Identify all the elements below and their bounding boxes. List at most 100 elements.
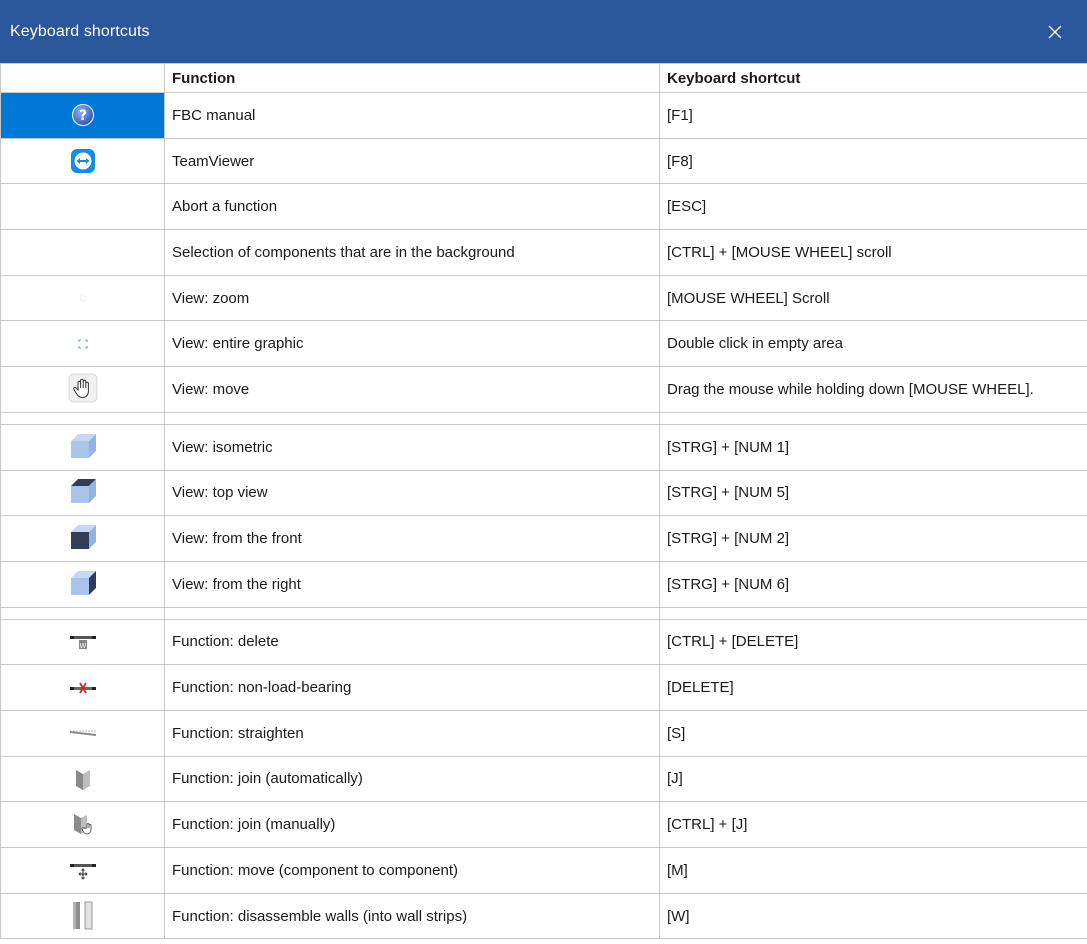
icon-cell[interactable] (0, 469, 165, 517)
function-cell: Function: join (automatically) (164, 755, 660, 803)
separator-row (0, 606, 1087, 620)
zoom-extents-icon (66, 327, 100, 361)
function-cell: View: move (164, 366, 660, 413)
icon-cell[interactable] (0, 423, 165, 471)
icon-cell[interactable] (0, 183, 165, 231)
icon-cell[interactable] (0, 847, 165, 894)
function-cell: Function: move (component to component) (164, 847, 660, 894)
function-cell: View: entire graphic (164, 320, 660, 368)
shortcut-cell: [CTRL] + [MOUSE WHEEL] scroll (659, 229, 1087, 276)
table-row[interactable]: TeamViewer [F8] (0, 137, 1087, 185)
table-row[interactable]: View: from the front [STRG] + [NUM 2] (0, 515, 1087, 562)
function-cell: Function: straighten (164, 709, 660, 757)
shortcut-cell: [STRG] + [NUM 6] (659, 560, 1087, 608)
shortcut-cell: [S] (659, 709, 1087, 757)
table-row[interactable]: Abort a function [ESC] (0, 183, 1087, 231)
cube-top-icon (66, 474, 100, 508)
icon-column-header (0, 63, 165, 93)
table-row[interactable]: Selection of components that are in the … (0, 229, 1087, 276)
title-bar: Keyboard shortcuts (0, 0, 1087, 63)
icon-cell[interactable] (0, 274, 165, 322)
function-cell: Function: disassemble walls (into wall s… (164, 892, 660, 940)
cube-front-icon (66, 520, 100, 554)
table-row[interactable]: View: isometric [STRG] + [NUM 1] (0, 423, 1087, 471)
table-row[interactable]: View: from the right [STRG] + [NUM 6] (0, 560, 1087, 608)
function-cell: Function: non-load-bearing (164, 664, 660, 711)
table-row[interactable]: W Function: delete [CTRL] + [DELETE] (0, 618, 1087, 666)
shortcut-cell: [CTRL] + [J] (659, 801, 1087, 848)
shortcut-cell: [CTRL] + [DELETE] (659, 618, 1087, 666)
function-cell: TeamViewer (164, 137, 660, 185)
table-header-row: Function Keyboard shortcut (0, 63, 1087, 93)
icon-cell[interactable] (0, 229, 165, 276)
icon-cell[interactable] (0, 755, 165, 803)
function-column-header: Function (164, 63, 660, 93)
table-row[interactable]: View: zoom [MOUSE WHEEL] Scroll (0, 274, 1087, 322)
separator-row (0, 411, 1087, 425)
svg-text:W: W (79, 642, 86, 650)
shortcut-cell: [M] (659, 847, 1087, 894)
cube-right-icon (66, 566, 100, 600)
table-row[interactable]: Function: join (automatically) [J] (0, 755, 1087, 803)
icon-cell[interactable]: W (0, 618, 165, 666)
function-cell: View: top view (164, 469, 660, 517)
disassemble-walls-icon (66, 898, 100, 932)
zoom-icon (66, 281, 100, 315)
function-cell: Function: delete (164, 618, 660, 666)
table-row[interactable]: Function: move (component to component) … (0, 847, 1087, 894)
table-row[interactable]: Function: non-load-bearing [DELETE] (0, 664, 1087, 711)
function-cell: View: from the right (164, 560, 660, 608)
table-row[interactable]: View: move Drag the mouse while holding … (0, 366, 1087, 413)
icon-cell[interactable]: ? (0, 92, 165, 139)
icon-cell[interactable] (0, 366, 165, 413)
shortcut-cell: [F8] (659, 137, 1087, 185)
table-row[interactable]: Function: join (manually) [CTRL] + [J] (0, 801, 1087, 848)
function-cell: View: from the front (164, 515, 660, 562)
shortcut-cell: Drag the mouse while holding down [MOUSE… (659, 366, 1087, 413)
cube-isometric-icon (66, 429, 100, 463)
svg-text:?: ? (78, 108, 86, 124)
hand-pan-icon (66, 371, 100, 405)
table-row[interactable]: View: top view [STRG] + [NUM 5] (0, 469, 1087, 517)
shortcut-cell: [STRG] + [NUM 2] (659, 515, 1087, 562)
function-cell: FBC manual (164, 92, 660, 139)
icon-cell[interactable] (0, 709, 165, 757)
icon-cell[interactable] (0, 664, 165, 711)
function-cell: Abort a function (164, 183, 660, 231)
function-cell: View: isometric (164, 423, 660, 471)
help-icon: ? (66, 98, 100, 132)
join-manual-icon (66, 807, 100, 841)
shortcut-cell: [J] (659, 755, 1087, 803)
move-component-icon (66, 853, 100, 887)
table-row[interactable]: Function: straighten [S] (0, 709, 1087, 757)
join-auto-icon (66, 762, 100, 796)
close-button[interactable] (1033, 10, 1077, 54)
keyboard-shortcuts-window: Keyboard shortcuts Function Keyboard sho… (0, 0, 1087, 944)
function-cell: View: zoom (164, 274, 660, 322)
shortcut-cell: Double click in empty area (659, 320, 1087, 368)
non-load-bearing-icon (66, 671, 100, 705)
function-cell: Function: join (manually) (164, 801, 660, 848)
shortcuts-table: Function Keyboard shortcut ? FBC manual (0, 63, 1087, 940)
icon-cell[interactable] (0, 137, 165, 185)
icon-cell[interactable] (0, 515, 165, 562)
table-row[interactable]: View: entire graphic Double click in emp… (0, 320, 1087, 368)
shortcut-cell: [ESC] (659, 183, 1087, 231)
icon-cell[interactable] (0, 320, 165, 368)
wall-delete-icon: W (66, 625, 100, 659)
shortcut-column-header: Keyboard shortcut (659, 63, 1087, 93)
shortcut-cell: [STRG] + [NUM 1] (659, 423, 1087, 471)
teamviewer-icon (66, 144, 100, 178)
shortcut-cell: [F1] (659, 92, 1087, 139)
icon-cell[interactable] (0, 801, 165, 848)
shortcut-cell: [MOUSE WHEEL] Scroll (659, 274, 1087, 322)
icon-cell[interactable] (0, 560, 165, 608)
function-cell: Selection of components that are in the … (164, 229, 660, 276)
icon-cell[interactable] (0, 892, 165, 940)
close-icon (1048, 25, 1062, 38)
window-title: Keyboard shortcuts (10, 22, 150, 40)
shortcut-cell: [W] (659, 892, 1087, 940)
table-row[interactable]: ? FBC manual [F1] (0, 92, 1087, 139)
shortcut-cell: [DELETE] (659, 664, 1087, 711)
table-row[interactable]: Function: disassemble walls (into wall s… (0, 892, 1087, 940)
